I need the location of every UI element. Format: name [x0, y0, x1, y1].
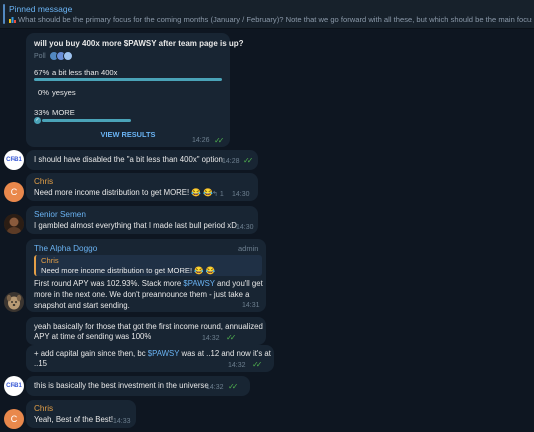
message-time: 14:30: [232, 191, 250, 198]
message-line: + add capital gain since then, bc $PAWSY…: [34, 348, 271, 359]
pinned-preview: What should be the primary focus for the…: [9, 15, 532, 24]
message-text: Need more income distribution to get MOR…: [34, 188, 213, 197]
pinned-accent-bar: [3, 4, 5, 24]
message-line: ..15: [34, 359, 48, 368]
poll-option-3-label: MORE: [52, 108, 75, 117]
poll-option-1-bar: [34, 78, 222, 81]
message-bubble[interactable]: yeah basically for those that got the fi…: [26, 317, 266, 345]
sender-name: The Alpha Doggo: [34, 244, 98, 253]
message-bubble[interactable]: Chris Yeah, Best of the Best! 14:33: [26, 400, 136, 428]
avatar[interactable]: CF̶B1: [4, 376, 24, 396]
message-time: 14:30: [236, 224, 254, 231]
avatar-text: C: [4, 409, 24, 429]
sender-name: Chris: [34, 177, 54, 186]
message-bubble[interactable]: + add capital gain since then, bc $PAWSY…: [26, 345, 274, 372]
message-time: 14:32: [228, 362, 246, 369]
poll-question: will you buy 400x more $PAWSY after team…: [34, 39, 244, 48]
avatar-text: CF̶B1: [4, 150, 24, 170]
reply-icon: ↰: [212, 191, 218, 198]
bar-chart-icon: [9, 17, 16, 23]
message-line: more in the next one. We don't preannoun…: [34, 290, 250, 299]
read-check-icon: ✓✓: [252, 360, 263, 369]
poll-option-2-label: yesyes: [52, 88, 76, 97]
avatar[interactable]: C: [4, 182, 24, 202]
message-text: + add capital gain since then, bc: [34, 349, 148, 358]
admin-badge: admin: [238, 244, 259, 253]
message-time: 14:32: [206, 384, 224, 391]
message-time: 14:33: [113, 418, 131, 425]
message-text: was at ..12 and now it's at: [179, 349, 271, 358]
message-line: snapshot and start sending.: [34, 301, 130, 310]
pinned-text: What should be the primary focus for the…: [18, 15, 532, 24]
quote-text: Need more income distribution to get MOR…: [41, 266, 216, 275]
reply-count[interactable]: ↰ 1: [212, 190, 224, 198]
avatar[interactable]: C: [4, 409, 24, 429]
message-time: 14:28: [222, 158, 240, 165]
voter-avatar: [62, 51, 73, 61]
poll-label-row: Poll: [34, 51, 73, 61]
poll-option-3-bar: [42, 119, 131, 122]
read-check-icon: ✓✓: [226, 333, 237, 342]
message-text: this is basically the best investment in…: [34, 381, 209, 390]
reply-count-value: 1: [219, 191, 224, 198]
message-text: and you'll get: [214, 279, 263, 288]
avatar[interactable]: [4, 292, 24, 312]
message-text: Yeah, Best of the Best!: [34, 415, 114, 424]
message-bubble[interactable]: Chris Need more income distribution to g…: [26, 173, 258, 201]
read-check-icon: ✓✓: [214, 136, 225, 145]
pinned-title: Pinned message: [9, 4, 73, 14]
quote-sender: Chris: [41, 256, 59, 265]
avatar-text: C: [4, 182, 24, 202]
read-check-icon: ✓✓: [228, 382, 239, 391]
poll-option-1-label: a bit less than 400x: [52, 68, 118, 77]
message-bubble[interactable]: this is basically the best investment in…: [26, 376, 250, 396]
poll-option-2-percent: 0%: [38, 88, 49, 97]
selected-check-icon: ✓: [34, 117, 41, 124]
pinned-message-bar[interactable]: Pinned message What should be the primar…: [0, 0, 534, 29]
avatar-text: CF̶B1: [4, 376, 24, 396]
poll-message[interactable]: will you buy 400x more $PAWSY after team…: [26, 33, 244, 147]
poll-option-3-percent: 33%: [34, 108, 50, 117]
voter-avatars: [48, 51, 73, 61]
message-bubble[interactable]: Senior Semen I gambled almost everything…: [26, 206, 258, 234]
sender-name: Chris: [34, 404, 54, 413]
message-bubble[interactable]: I should have disabled the "a bit less t…: [26, 150, 258, 170]
ticker-link[interactable]: $PAWSY: [148, 349, 180, 358]
message-time: 14:26: [192, 137, 210, 144]
message-line: APY at time of sending was 100%: [34, 332, 152, 341]
user-photo-icon: [4, 214, 24, 234]
message-bubble[interactable]: The Alpha Doggo admin Chris Need more in…: [26, 239, 266, 312]
message-text: First round APY was 102.93%. Stack more: [34, 279, 184, 288]
avatar[interactable]: CF̶B1: [4, 150, 24, 170]
poll-label: Poll: [34, 52, 46, 60]
ticker-link[interactable]: $PAWSY: [183, 279, 215, 288]
avatar[interactable]: [4, 214, 24, 234]
message-time: 14:32: [202, 335, 220, 342]
read-check-icon: ✓✓: [243, 156, 254, 165]
dog-photo-icon: [4, 292, 24, 312]
message-time: 14:31: [242, 302, 260, 309]
reply-quote[interactable]: Chris Need more income distribution to g…: [34, 255, 262, 276]
poll-option-1-percent: 67%: [34, 68, 50, 77]
message-line: First round APY was 102.93%. Stack more …: [34, 278, 263, 289]
message-text: I should have disabled the "a bit less t…: [34, 155, 223, 164]
message-text: I gambled almost everything that I made …: [34, 221, 237, 230]
sender-name: Senior Semen: [34, 210, 86, 219]
